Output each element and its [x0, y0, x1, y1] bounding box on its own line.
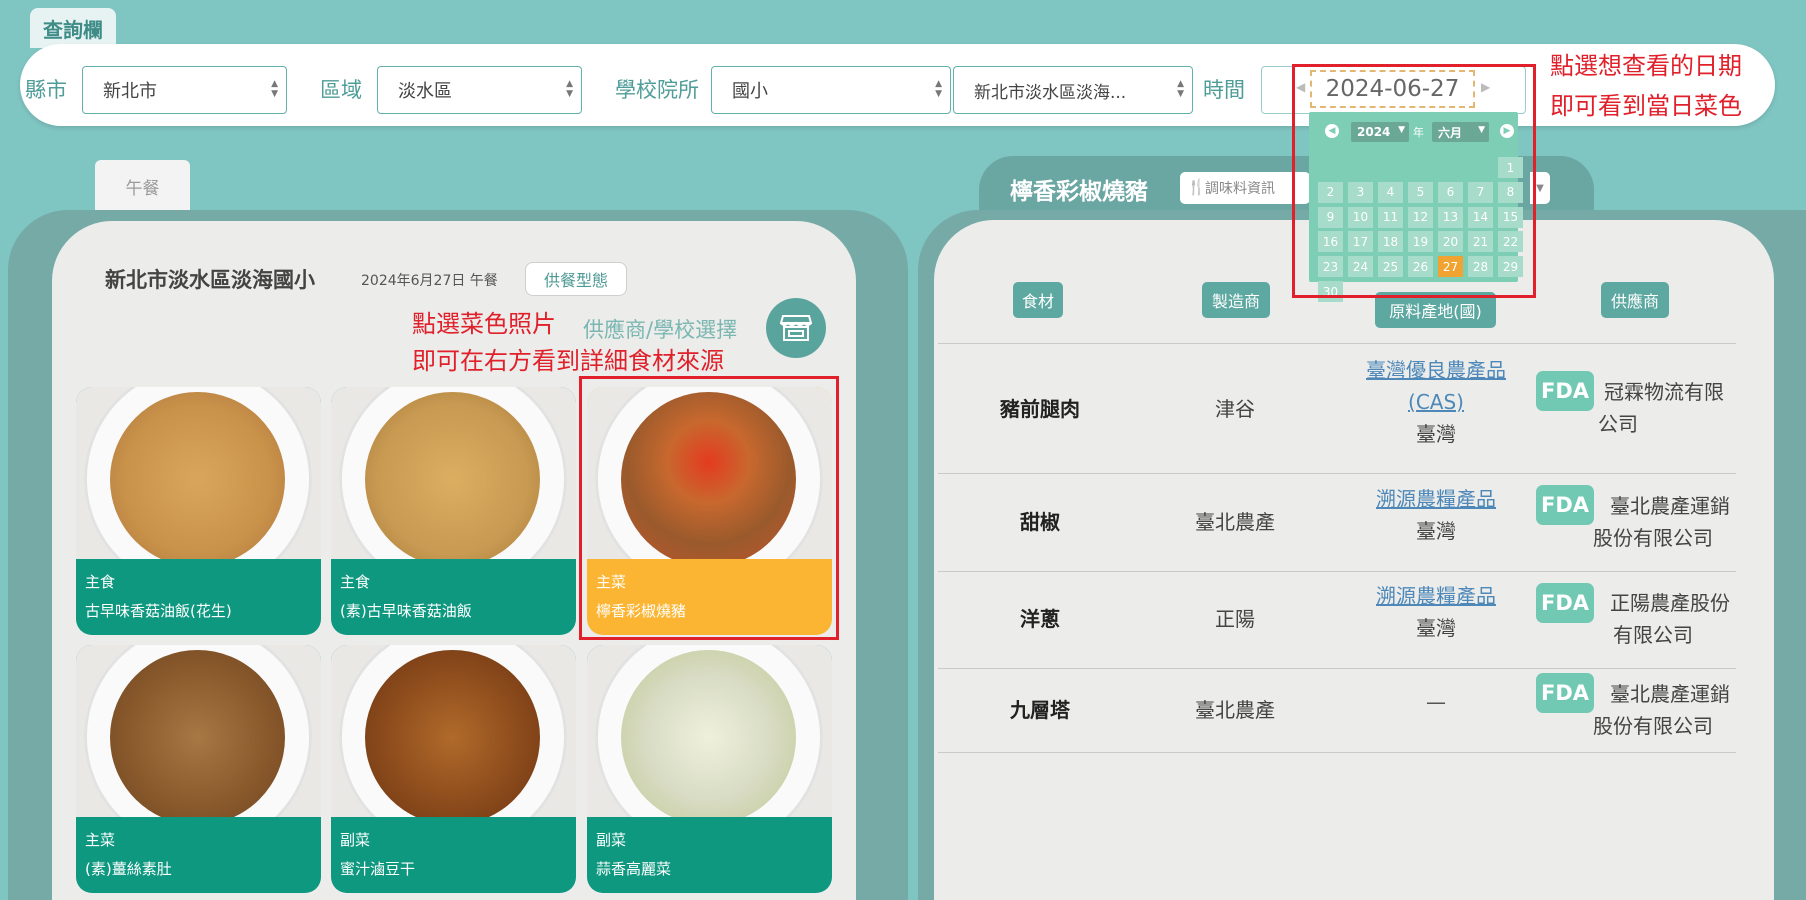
select-caret-icon: ▲ ▼ — [271, 79, 278, 99]
supplier-select-label: 供應商/學校選擇 — [583, 318, 738, 342]
row-origin: — — [1426, 690, 1446, 714]
supply-type-button[interactable]: 供餐型態 — [525, 262, 627, 296]
time-label: 時間 — [1203, 78, 1245, 102]
highlight-frame — [1292, 64, 1536, 298]
seasoning-info-label: 調味料資訊 — [1205, 181, 1275, 197]
select-caret-icon: ▲ ▼ — [1177, 79, 1184, 99]
row-manufacturer: 臺北農產 — [1195, 510, 1275, 534]
dish-photo[interactable] — [587, 645, 832, 817]
dish-name: (素)古早味香菇油飯 — [340, 602, 472, 620]
school-type-value: 國小 — [732, 81, 768, 102]
select-caret-icon: ▲ ▼ — [935, 79, 942, 99]
school-value: 新北市淡水區淡海... — [974, 82, 1127, 103]
school-title: 新北市淡水區淡海國小 — [105, 268, 315, 292]
school-type-select[interactable]: 國小 ▲ ▼ — [711, 66, 951, 114]
row-manufacturer: 正陽 — [1215, 607, 1255, 631]
dish-photo[interactable] — [76, 387, 321, 559]
county-label: 縣市 — [25, 78, 67, 102]
table-divider — [938, 343, 1736, 344]
dish-card[interactable]: 副菜 蜜汁滷豆干 — [331, 645, 576, 893]
school-select[interactable]: 新北市淡水區淡海... ▲ ▼ — [953, 66, 1193, 114]
row-ingredient: 豬前腿肉 — [1000, 397, 1080, 421]
row-manufacturer: 津谷 — [1215, 397, 1255, 421]
certification-link[interactable]: 臺灣優良農產品(CAS) — [1336, 354, 1536, 418]
dish-card[interactable]: 主菜 (素)薑絲素肚 — [76, 645, 321, 893]
row-supplier: 正陽農產股份有限公司 — [1610, 591, 1730, 647]
district-value: 淡水區 — [398, 81, 452, 102]
origin-country: 臺灣 — [1416, 616, 1456, 640]
row-supplier: 臺北農產運銷股份有限公司 — [1593, 494, 1730, 550]
annotation-date-line2: 即可看到當日菜色 — [1550, 92, 1742, 120]
dish-type: 副菜 — [596, 831, 627, 849]
select-caret-icon: ▲ ▼ — [566, 79, 573, 99]
dish-card[interactable]: 主食 古早味香菇油飯(花生) — [76, 387, 321, 635]
dish-type: 副菜 — [340, 831, 371, 849]
dish-name: (素)薑絲素肚 — [85, 860, 172, 878]
county-select[interactable]: 新北市 ▲ ▼ — [82, 66, 287, 114]
query-tab: 查詢欄 — [30, 8, 116, 48]
dish-type: 主食 — [340, 573, 371, 591]
dish-photo[interactable] — [331, 387, 576, 559]
row-ingredient: 九層塔 — [1010, 698, 1070, 722]
row-supplier: 臺北農產運銷股份有限公司 — [1593, 682, 1730, 738]
header-supplier: 供應商 — [1601, 282, 1669, 318]
row-origin: 溯源農糧產品 臺灣 — [1336, 483, 1536, 547]
table-divider — [938, 752, 1736, 753]
dish-type: 主食 — [85, 573, 116, 591]
store-icon — [780, 315, 812, 341]
dish-photo[interactable] — [331, 645, 576, 817]
school-type-label: 學校院所 — [615, 78, 699, 102]
annotation-photo-line2: 即可在右方看到詳細食材來源 — [412, 347, 724, 375]
certification-link[interactable]: 溯源農糧產品 — [1376, 487, 1496, 511]
right-panel — [934, 220, 1774, 900]
menu-date: 2024年6月27日 午餐 — [361, 273, 498, 289]
dish-name: 古早味香菇油飯(花生) — [85, 602, 232, 620]
table-divider — [938, 668, 1736, 669]
tab-lunch[interactable]: 午餐 — [95, 160, 190, 212]
row-ingredient: 甜椒 — [1020, 510, 1060, 534]
row-supplier: 冠霖物流有限公司 — [1598, 380, 1724, 436]
annotation-date-line1: 點選想查看的日期 — [1550, 52, 1742, 80]
dish-type: 主菜 — [85, 831, 116, 849]
dish-detail-title: 檸香彩椒燒豬 — [1010, 179, 1148, 205]
district-select[interactable]: 淡水區 ▲ ▼ — [377, 66, 582, 114]
utensils-icon: 🍴 — [1187, 178, 1206, 196]
supplier-select-button[interactable] — [766, 298, 826, 358]
certification-link[interactable]: 溯源農糧產品 — [1376, 584, 1496, 608]
highlight-frame — [579, 376, 839, 640]
row-origin: 臺灣優良農產品(CAS) 臺灣 — [1336, 354, 1536, 450]
seasoning-info-button[interactable]: 🍴 調味料資訊 — [1180, 172, 1310, 204]
table-divider — [938, 571, 1736, 572]
table-divider — [938, 473, 1736, 474]
dish-name: 蜜汁滷豆干 — [340, 860, 416, 878]
fda-badge[interactable]: FDA — [1536, 371, 1594, 411]
dish-photo[interactable] — [76, 645, 321, 817]
county-value: 新北市 — [103, 81, 157, 102]
origin-country: 臺灣 — [1416, 422, 1456, 446]
row-origin: 溯源農糧產品 臺灣 — [1336, 580, 1536, 644]
annotation-photo-line1: 點選菜色照片 — [412, 310, 556, 338]
dish-name: 蒜香高麗菜 — [596, 860, 672, 878]
origin-country: 臺灣 — [1416, 519, 1456, 543]
dish-card[interactable]: 副菜 蒜香高麗菜 — [587, 645, 832, 893]
dish-card[interactable]: 主食 (素)古早味香菇油飯 — [331, 387, 576, 635]
row-manufacturer: 臺北農產 — [1195, 698, 1275, 722]
header-ingredient: 食材 — [1013, 282, 1063, 318]
header-manufacturer: 製造商 — [1202, 282, 1270, 318]
district-label: 區域 — [320, 78, 362, 102]
row-ingredient: 洋蔥 — [1020, 607, 1060, 631]
